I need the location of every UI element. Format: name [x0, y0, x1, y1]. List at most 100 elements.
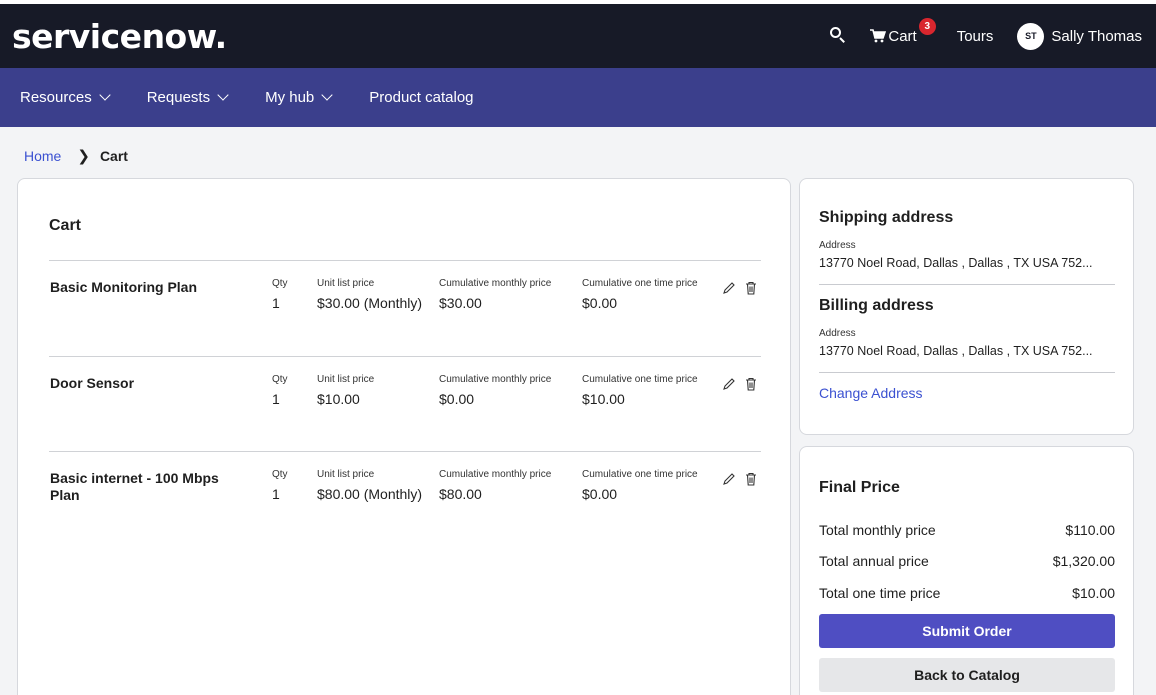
user-name: Sally Thomas — [1051, 27, 1142, 45]
unit-price-label: Unit list price — [317, 469, 375, 480]
billing-address-value: 13770 Noel Road, Dallas , Dallas , TX US… — [819, 344, 1093, 358]
divider — [819, 372, 1115, 373]
total-one-time-value: $10.00 — [1072, 585, 1115, 601]
item-name: Door Sensor — [50, 375, 135, 391]
qty-label: Qty — [272, 469, 288, 480]
divider — [819, 284, 1115, 285]
final-price-title: Final Price — [819, 479, 900, 496]
qty-column: Qty 1 — [272, 469, 288, 502]
chevron-down-icon — [99, 89, 111, 101]
trash-icon[interactable] — [744, 281, 758, 295]
breadcrumb-home[interactable]: Home — [24, 148, 61, 164]
one-time-price-column: Cumulative one time price $0.00 — [582, 278, 698, 311]
monthly-price-column: Cumulative monthly price $80.00 — [439, 469, 551, 502]
qty-value: 1 — [272, 486, 280, 502]
nav-item-label: Product catalog — [369, 89, 474, 106]
breadcrumb-current: Cart — [99, 148, 128, 164]
nav-item-label: Requests — [146, 89, 211, 106]
nav-item-my-hub[interactable]: My hub — [265, 89, 333, 106]
one-time-price-column: Cumulative one time price $10.00 — [582, 374, 698, 407]
back-to-catalog-button[interactable]: Back to Catalog — [819, 658, 1115, 692]
unit-price-column: Unit list price $10.00 — [317, 374, 374, 407]
shipping-address-value: 13770 Noel Road, Dallas , Dallas , TX US… — [819, 256, 1093, 270]
cart-item: Basic Monitoring Plan Qty 1 Unit list pr… — [49, 260, 761, 352]
total-monthly-value: $110.00 — [1065, 522, 1115, 538]
one-time-price-value: $0.00 — [582, 295, 618, 311]
one-time-price-label: Cumulative one time price — [582, 469, 698, 480]
one-time-price-column: Cumulative one time price $0.00 — [582, 469, 698, 502]
qty-column: Qty 1 — [272, 278, 288, 311]
item-actions — [722, 377, 758, 391]
unit-price-column: Unit list price $30.00 (Monthly) — [317, 278, 422, 311]
qty-label: Qty — [272, 278, 288, 289]
cart-item: Door Sensor Qty 1 Unit list price $10.00… — [49, 356, 761, 448]
unit-price-value: $80.00 (Monthly) — [317, 486, 423, 502]
monthly-price-label: Cumulative monthly price — [439, 374, 552, 385]
one-time-price-value: $0.00 — [582, 486, 618, 502]
cart-title: Cart — [49, 217, 82, 234]
total-annual-value: $1,320.00 — [1052, 553, 1115, 569]
cart-label: Cart — [888, 27, 917, 45]
total-monthly-label: Total monthly price — [819, 522, 936, 538]
total-annual-label: Total annual price — [819, 553, 929, 569]
monthly-price-label: Cumulative monthly price — [439, 469, 552, 480]
monthly-price-value: $30.00 — [439, 295, 482, 311]
total-monthly-row: Total monthly price $110.00 — [819, 522, 1115, 538]
item-name: Basic Monitoring Plan — [50, 279, 198, 295]
address-panel: Shipping address Address 13770 Noel Road… — [799, 178, 1134, 435]
unit-price-column: Unit list price $80.00 (Monthly) — [317, 469, 422, 502]
cart-item: Basic internet - 100 Mbps Plan Qty 1 Uni… — [49, 451, 761, 543]
cart-icon — [870, 29, 887, 43]
cart-link[interactable]: Cart 3 — [870, 17, 936, 45]
qty-value: 1 — [272, 391, 280, 407]
edit-icon[interactable] — [722, 472, 736, 486]
chevron-down-icon — [321, 89, 333, 101]
one-time-price-label: Cumulative one time price — [582, 278, 698, 289]
one-time-price-label: Cumulative one time price — [582, 374, 698, 385]
cart-panel: Cart Basic Monitoring Plan Qty 1 Unit li… — [17, 178, 791, 695]
search-icon[interactable] — [828, 25, 850, 47]
item-name: Basic internet - 100 Mbps Plan — [50, 470, 219, 503]
change-address-link[interactable]: Change Address — [819, 385, 923, 401]
edit-icon[interactable] — [722, 377, 736, 391]
user-menu[interactable]: ST Sally Thomas — [1017, 22, 1142, 50]
nav-item-product-catalog[interactable]: Product catalog — [369, 89, 473, 106]
one-time-price-value: $10.00 — [582, 391, 625, 407]
item-actions — [722, 281, 758, 295]
unit-price-value: $10.00 — [317, 391, 360, 407]
shipping-address-title: Shipping address — [819, 209, 954, 226]
total-one-time-row: Total one time price $10.00 — [819, 585, 1115, 601]
total-annual-row: Total annual price $1,320.00 — [819, 553, 1115, 569]
nav-item-label: Resources — [20, 89, 92, 106]
shipping-address-label: Address — [819, 240, 856, 251]
avatar: ST — [1017, 22, 1045, 50]
chevron-down-icon — [217, 89, 229, 101]
unit-price-label: Unit list price — [317, 374, 375, 385]
monthly-price-value: $80.00 — [439, 486, 482, 502]
qty-column: Qty 1 — [272, 374, 288, 407]
edit-icon[interactable] — [722, 281, 736, 295]
breadcrumb: Home ❯ Cart — [24, 147, 128, 165]
qty-label: Qty — [272, 374, 288, 385]
trash-icon[interactable] — [744, 377, 758, 391]
monthly-price-column: Cumulative monthly price $0.00 — [439, 374, 551, 407]
nav-item-resources[interactable]: Resources — [20, 89, 111, 106]
cart-count-badge: 3 — [918, 17, 936, 35]
chevron-right-icon: ❯ — [77, 148, 90, 165]
trash-icon[interactable] — [744, 472, 758, 486]
top-header: servicenow. Cart 3 Tours ST Sally Thomas — [0, 0, 1156, 68]
submit-order-button[interactable]: Submit Order — [819, 614, 1115, 648]
monthly-price-label: Cumulative monthly price — [439, 278, 552, 289]
unit-price-label: Unit list price — [317, 278, 375, 289]
monthly-price-column: Cumulative monthly price $30.00 — [439, 278, 551, 311]
tours-link[interactable]: Tours — [957, 28, 994, 45]
billing-address-label: Address — [819, 328, 856, 339]
header-actions: Cart 3 Tours ST Sally Thomas — [828, 17, 1142, 50]
final-price-panel: Final Price Total monthly price $110.00 … — [799, 446, 1134, 695]
item-actions — [722, 472, 758, 486]
qty-value: 1 — [272, 295, 280, 311]
unit-price-value: $30.00 (Monthly) — [317, 295, 423, 311]
servicenow-logo[interactable]: servicenow. — [12, 17, 227, 56]
nav-item-requests[interactable]: Requests — [146, 89, 229, 106]
main-nav: Resources Requests My hub Product catalo… — [0, 68, 1156, 127]
